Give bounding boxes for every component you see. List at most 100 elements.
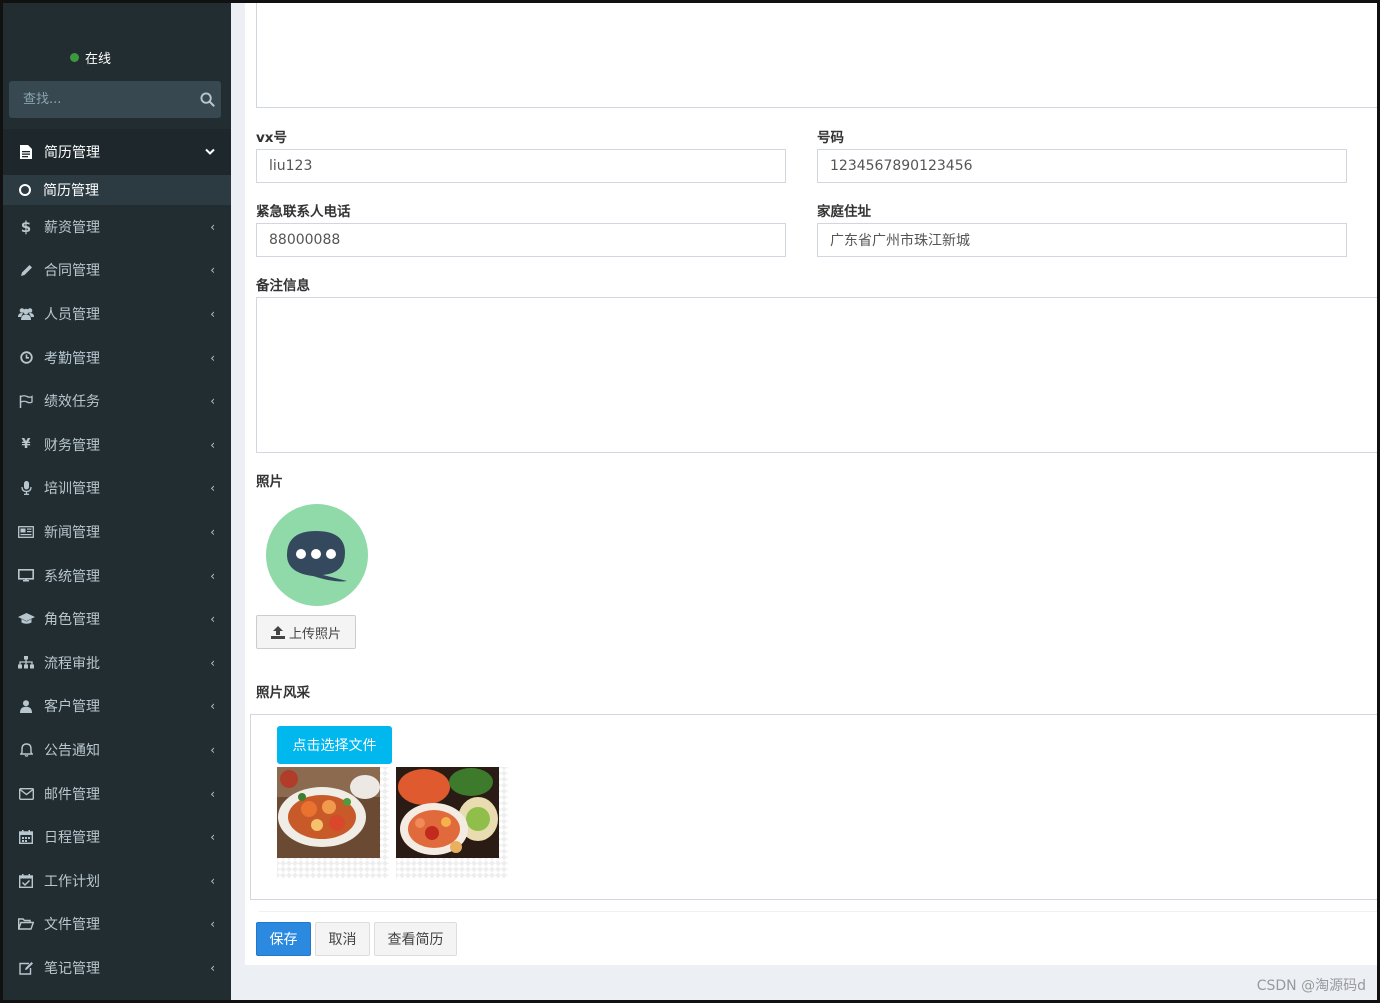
chevron-left-icon: ‹ xyxy=(210,830,215,845)
sidebar-item-salary[interactable]: $ 薪资管理 ‹ xyxy=(3,205,231,249)
bell-icon xyxy=(17,741,35,759)
chevron-left-icon: ‹ xyxy=(210,394,215,409)
chevron-left-icon: ‹ xyxy=(210,786,215,801)
sidebar-item-label: 笔记管理 xyxy=(44,960,100,977)
main-content: vx号 liu123 号码 1234567890123456 紧急联系人电话 8… xyxy=(231,3,1377,1000)
chevron-down-icon xyxy=(205,145,215,159)
sidebar-item-label: 工作计划 xyxy=(44,873,100,890)
wechat-label: vx号 xyxy=(256,130,288,146)
sidebar-item-customers[interactable]: 客户管理 ‹ xyxy=(3,685,231,729)
app-frame: 在线 简历管理 简历管理 $ xyxy=(0,0,1380,1003)
sidebar-item-notes[interactable]: 笔记管理 ‹ xyxy=(3,946,231,990)
sidebar-item-label: 新闻管理 xyxy=(44,524,100,541)
sidebar-item-mail[interactable]: 邮件管理 ‹ xyxy=(3,772,231,816)
flag-icon xyxy=(17,392,35,410)
calendar-icon xyxy=(17,828,35,846)
chat-bubble-icon xyxy=(266,504,368,606)
sidebar-item-label: 客户管理 xyxy=(44,699,100,716)
photo-label: 照片 xyxy=(256,474,283,490)
save-button[interactable]: 保存 xyxy=(256,922,311,956)
sidebar-search xyxy=(9,81,221,118)
cancel-button[interactable]: 取消 xyxy=(315,922,370,956)
chevron-left-icon: ‹ xyxy=(210,742,215,757)
photo-preview xyxy=(265,503,369,607)
chevron-left-icon: ‹ xyxy=(210,263,215,278)
chevron-left-icon: ‹ xyxy=(210,568,215,583)
search-icon xyxy=(199,92,215,107)
sidebar-item-attendance[interactable]: 考勤管理 ‹ xyxy=(3,336,231,380)
sidebar: 在线 简历管理 简历管理 $ xyxy=(3,3,231,1000)
sidebar-item-files[interactable]: 文件管理 ‹ xyxy=(3,903,231,947)
food-photo-2 xyxy=(396,767,499,858)
emergency-contact-field[interactable]: 88000088 xyxy=(256,223,786,257)
chevron-left-icon: ‹ xyxy=(210,219,215,234)
sidebar-item-label: 日程管理 xyxy=(44,830,100,847)
yen-icon: ¥ xyxy=(21,437,31,453)
chevron-left-icon: ‹ xyxy=(210,699,215,714)
search-button[interactable] xyxy=(193,81,221,118)
phone-field[interactable]: 1234567890123456 xyxy=(817,149,1347,183)
submenu-item-resume[interactable]: 简历管理 xyxy=(3,175,231,205)
chevron-left-icon: ‹ xyxy=(210,306,215,321)
sidebar-item-system[interactable]: 系统管理 ‹ xyxy=(3,554,231,598)
sidebar-item-label: 人员管理 xyxy=(44,306,100,323)
chevron-left-icon: ‹ xyxy=(210,481,215,496)
chevron-left-icon: ‹ xyxy=(210,350,215,365)
sidebar-item-label: 绩效任务 xyxy=(44,394,100,411)
pencil-icon xyxy=(17,261,35,279)
sidebar-item-staff[interactable]: 人员管理 ‹ xyxy=(3,292,231,336)
sidebar-item-label: 财务管理 xyxy=(44,437,100,454)
sidebar-item-training[interactable]: 培训管理 ‹ xyxy=(3,467,231,511)
submenu-item-label: 简历管理 xyxy=(43,183,99,199)
sidebar-item-finance[interactable]: ¥ 财务管理 ‹ xyxy=(3,423,231,467)
sidebar-item-label: 流程审批 xyxy=(44,655,100,672)
status-label: 在线 xyxy=(85,52,112,67)
choose-file-button[interactable]: 点击选择文件 xyxy=(277,726,392,764)
sidebar-item-label: 文件管理 xyxy=(44,917,100,934)
previous-textarea[interactable] xyxy=(256,3,1377,108)
clock-icon xyxy=(17,349,35,367)
chevron-left-icon: ‹ xyxy=(210,524,215,539)
sitemap-icon xyxy=(17,654,35,672)
upload-photo-button[interactable]: 上传照片 xyxy=(256,615,356,649)
sidebar-item-work-plan[interactable]: 工作计划 ‹ xyxy=(3,859,231,903)
sidebar-item-workflow[interactable]: 流程审批 ‹ xyxy=(3,641,231,685)
sidebar-item-label: 培训管理 xyxy=(44,481,100,498)
sidebar-item-roles[interactable]: 角色管理 ‹ xyxy=(3,597,231,641)
phone-label: 号码 xyxy=(817,130,844,146)
chevron-left-icon: ‹ xyxy=(210,917,215,932)
resume-form-panel: vx号 liu123 号码 1234567890123456 紧急联系人电话 8… xyxy=(245,3,1377,965)
user-icon xyxy=(17,697,35,715)
remark-textarea[interactable] xyxy=(256,297,1377,453)
gallery-thumbnail-2[interactable] xyxy=(396,767,508,879)
sidebar-item-label: 薪资管理 xyxy=(44,219,100,236)
address-field[interactable]: 广东省广州市珠江新城 xyxy=(817,223,1347,257)
chevron-left-icon: ‹ xyxy=(210,655,215,670)
sidebar-item-news[interactable]: 新闻管理 ‹ xyxy=(3,510,231,554)
sidebar-item-schedule[interactable]: 日程管理 ‹ xyxy=(3,815,231,859)
sidebar-item-label: 简历管理 xyxy=(44,145,100,161)
sidebar-menu: 简历管理 简历管理 $ 薪资管理 ‹ 合同管理 ‹ 人员管理 ‹ 考勤管理 ‹ … xyxy=(3,129,231,990)
circle-icon xyxy=(19,184,31,196)
newspaper-icon xyxy=(17,523,35,541)
chevron-left-icon: ‹ xyxy=(210,873,215,888)
gallery-thumbnail-1[interactable] xyxy=(277,767,389,879)
sidebar-item-contract[interactable]: 合同管理 ‹ xyxy=(3,249,231,293)
sidebar-item-performance[interactable]: 绩效任务 ‹ xyxy=(3,379,231,423)
upload-icon xyxy=(270,625,285,639)
view-resume-button[interactable]: 查看简历 xyxy=(374,922,457,956)
microphone-icon xyxy=(17,479,35,497)
envelope-icon xyxy=(17,785,35,803)
chevron-left-icon: ‹ xyxy=(210,960,215,975)
folder-open-icon xyxy=(17,915,35,933)
sidebar-item-label: 邮件管理 xyxy=(44,786,100,803)
chevron-left-icon: ‹ xyxy=(210,437,215,452)
form-divider xyxy=(259,911,1377,912)
sidebar-item-announcements[interactable]: 公告通知 ‹ xyxy=(3,728,231,772)
chevron-left-icon: ‹ xyxy=(210,612,215,627)
sidebar-item-resume[interactable]: 简历管理 xyxy=(3,129,231,175)
search-input[interactable] xyxy=(9,92,193,107)
status-dot-icon xyxy=(70,53,79,62)
watermark: CSDN @淘源码d xyxy=(1256,978,1366,994)
wechat-field[interactable]: liu123 xyxy=(256,149,786,183)
